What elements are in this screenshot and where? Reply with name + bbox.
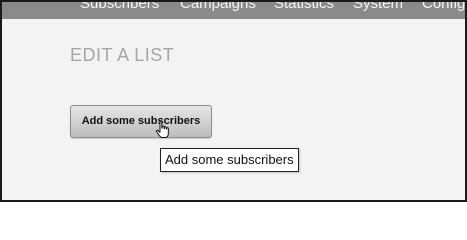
app-window: Subscribers Campaigns Statistics System … bbox=[0, 0, 467, 202]
tooltip: Add some subscribers bbox=[160, 148, 299, 172]
nav-item-statistics[interactable]: Statistics bbox=[274, 2, 334, 13]
add-subscribers-button[interactable]: Add some subscribers bbox=[70, 105, 212, 138]
nav-item-subscribers[interactable]: Subscribers bbox=[80, 2, 159, 13]
hand-pointer-icon bbox=[156, 120, 169, 138]
nav-item-system[interactable]: System bbox=[353, 2, 403, 13]
nav-item-config[interactable]: Config bbox=[422, 2, 465, 13]
page-title: EDIT A LIST bbox=[70, 45, 175, 65]
nav-item-campaigns[interactable]: Campaigns bbox=[180, 2, 256, 13]
top-navigation: Subscribers Campaigns Statistics System … bbox=[2, 2, 465, 19]
